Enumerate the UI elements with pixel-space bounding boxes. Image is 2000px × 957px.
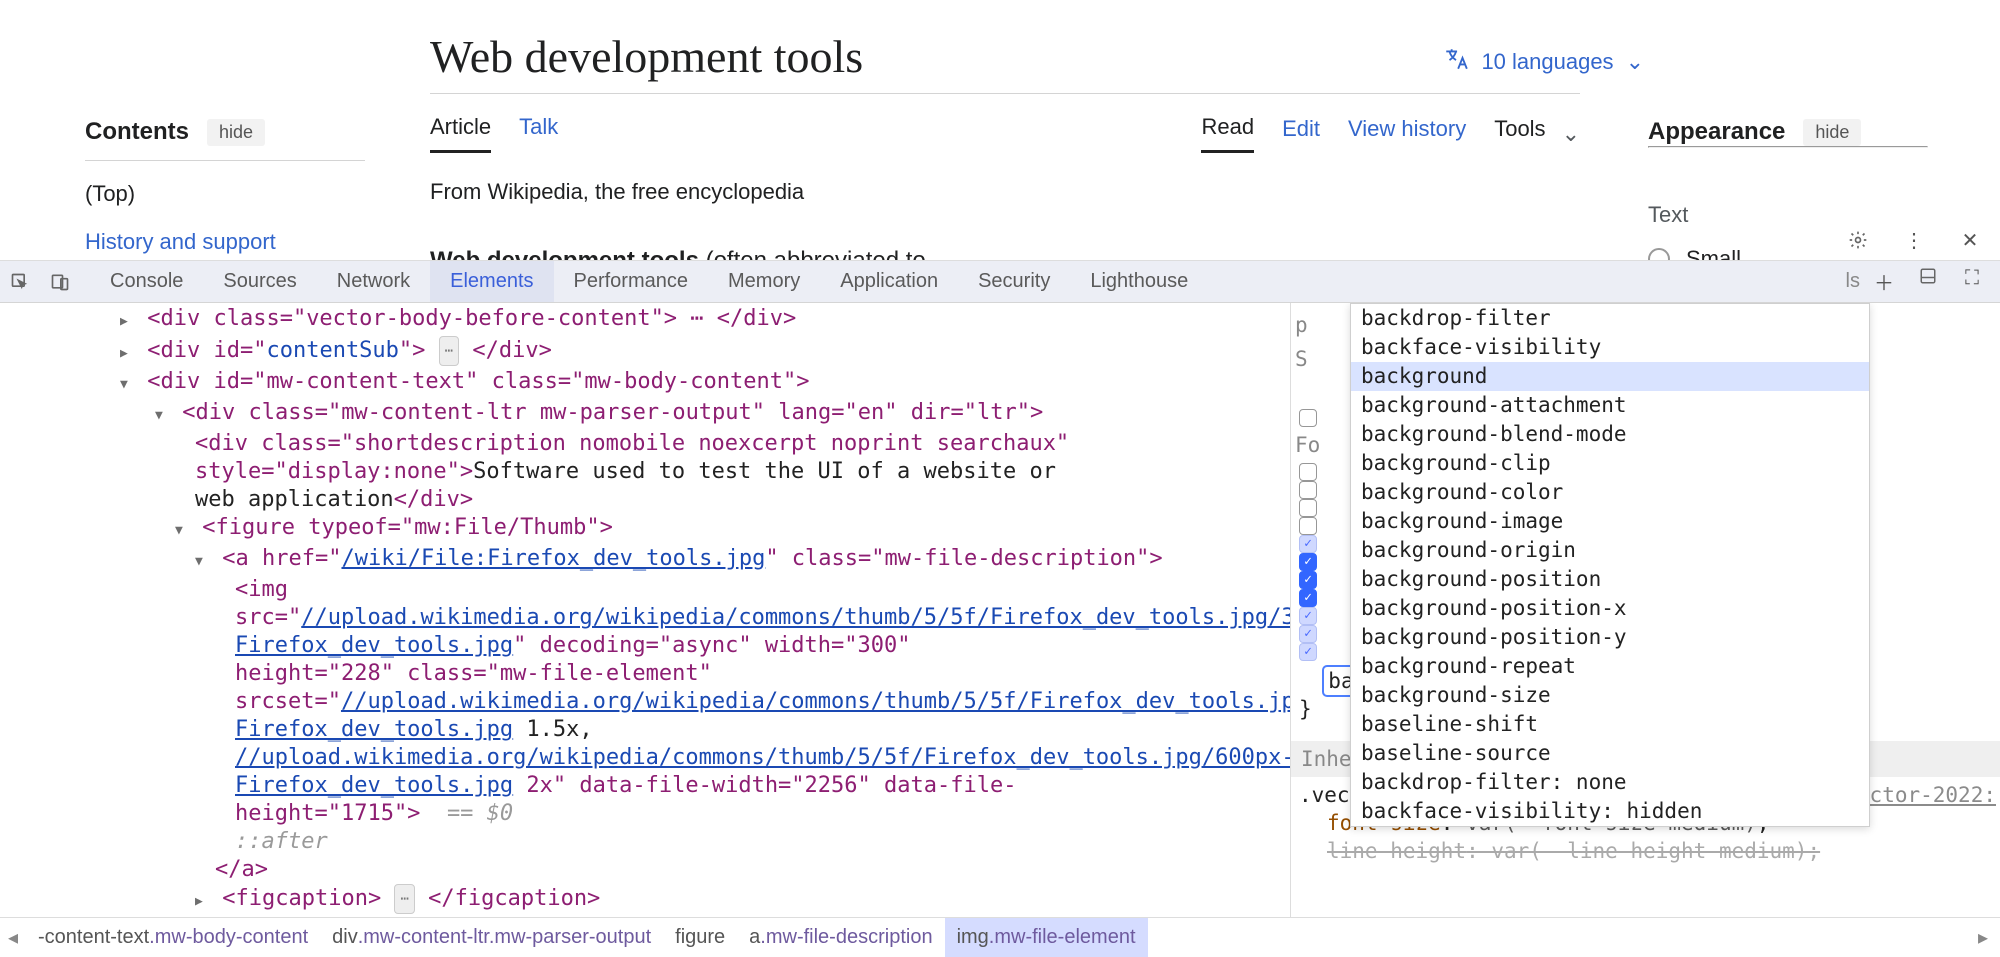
autocomplete-item[interactable]: background-position-x bbox=[1351, 594, 1869, 623]
tab-talk[interactable]: Talk bbox=[519, 114, 558, 153]
devtools-tab-security[interactable]: Security bbox=[958, 261, 1070, 302]
tab-read[interactable]: Read bbox=[1201, 114, 1254, 153]
hide-button[interactable]: hide bbox=[207, 119, 265, 146]
autocomplete-item[interactable]: background-position bbox=[1351, 565, 1869, 594]
autocomplete-item[interactable]: background-origin bbox=[1351, 536, 1869, 565]
divider bbox=[85, 160, 365, 161]
css-declaration-overridden[interactable]: line-height: var(--line-height-medium); bbox=[1299, 837, 1996, 865]
page-tabs: Article Talk Read Edit View history Tool… bbox=[430, 114, 1580, 153]
dock-icon[interactable] bbox=[1910, 267, 1946, 296]
toc-history-link[interactable]: History and support bbox=[85, 229, 365, 255]
devtools-tab-sources[interactable]: Sources bbox=[203, 261, 316, 302]
tab-article[interactable]: Article bbox=[430, 114, 491, 153]
autocomplete-item[interactable]: backdrop-filter: none bbox=[1351, 768, 1869, 797]
autocomplete-item[interactable]: background-color bbox=[1351, 478, 1869, 507]
inspect-icon[interactable] bbox=[0, 272, 40, 292]
plus-icon[interactable]: ＋ bbox=[1866, 267, 1902, 296]
autocomplete-item[interactable]: background-blend-mode bbox=[1351, 420, 1869, 449]
breadcrumb-item[interactable]: figure bbox=[663, 918, 737, 957]
devtools-tab-application[interactable]: Application bbox=[820, 261, 958, 302]
breadcrumb-item[interactable]: -content-text.mw-body-content bbox=[26, 918, 320, 957]
styles-panel[interactable]: p S Fo background: ; } Inherited from di… bbox=[1290, 303, 2000, 957]
dom-tree[interactable]: <div class="vector-body-before-content">… bbox=[0, 303, 1290, 957]
style-checkbox[interactable] bbox=[1299, 463, 1317, 481]
contents-heading: Contents bbox=[85, 118, 189, 146]
wikipedia-page: Contents hide (Top) History and support … bbox=[0, 0, 2000, 270]
autocomplete-item[interactable]: background-position-y bbox=[1351, 623, 1869, 652]
autocomplete-item[interactable]: background bbox=[1351, 362, 1869, 391]
hide-button[interactable]: hide bbox=[1803, 119, 1861, 146]
devtools-tab-performance[interactable]: Performance bbox=[554, 261, 709, 302]
expand-icon[interactable]: ⛶ bbox=[1954, 267, 1990, 296]
devtools-tab-lighthouse[interactable]: Lighthouse bbox=[1070, 261, 1208, 302]
contents-sidebar: Contents hide (Top) History and support bbox=[85, 118, 365, 255]
languages-label: 10 languages bbox=[1481, 49, 1613, 75]
style-checkbox[interactable] bbox=[1299, 409, 1317, 427]
chevron-down-icon[interactable]: ⌄ bbox=[1626, 49, 1644, 75]
toc-top[interactable]: (Top) bbox=[85, 181, 365, 207]
page-subtitle: From Wikipedia, the free encyclopedia bbox=[430, 179, 1580, 205]
gear-icon[interactable] bbox=[1838, 230, 1878, 250]
devtools-tab-console[interactable]: Console bbox=[90, 261, 203, 302]
dom-breadcrumb: ◂ -content-text.mw-body-contentdiv.mw-co… bbox=[0, 917, 2000, 957]
translate-icon bbox=[1443, 46, 1469, 78]
tab-tools[interactable]: Tools bbox=[1494, 116, 1545, 152]
divider bbox=[1648, 146, 1928, 148]
page-title: Web development tools bbox=[430, 30, 1580, 83]
autocomplete-item[interactable]: background-attachment bbox=[1351, 391, 1869, 420]
breadcrumb-prev-icon[interactable]: ◂ bbox=[0, 925, 26, 950]
css-autocomplete-popup[interactable]: backdrop-filterbackface-visibilitybackgr… bbox=[1350, 303, 1870, 827]
devtools-tab-memory[interactable]: Memory bbox=[708, 261, 820, 302]
autocomplete-item[interactable]: background-repeat bbox=[1351, 652, 1869, 681]
devtools-tab-network[interactable]: Network bbox=[317, 261, 430, 302]
autocomplete-item[interactable]: backface-visibility: hidden bbox=[1351, 797, 1869, 826]
devtools-tab-elements[interactable]: Elements bbox=[430, 261, 553, 302]
breadcrumb-item[interactable]: img.mw-file-element bbox=[945, 918, 1148, 957]
breadcrumb-item[interactable]: a.mw-file-description bbox=[737, 918, 944, 957]
autocomplete-item[interactable]: background-clip bbox=[1351, 449, 1869, 478]
styles-tail-label: ls bbox=[1846, 270, 1866, 293]
breadcrumb-next-icon[interactable]: ▸ bbox=[1966, 925, 2000, 950]
autocomplete-item[interactable]: baseline-shift bbox=[1351, 710, 1869, 739]
appearance-heading: Appearance bbox=[1648, 118, 1785, 146]
style-checkbox[interactable] bbox=[1299, 499, 1317, 517]
autocomplete-item[interactable]: backdrop-filter bbox=[1351, 304, 1869, 333]
close-icon[interactable]: ✕ bbox=[1950, 228, 1990, 253]
devtools-toolbar: ConsoleSourcesNetworkElementsPerformance… bbox=[0, 261, 2000, 303]
devtools-panel: ConsoleSourcesNetworkElementsPerformance… bbox=[0, 260, 2000, 957]
tab-edit[interactable]: Edit bbox=[1282, 116, 1320, 152]
chevron-down-icon[interactable]: ⌄ bbox=[1562, 121, 1580, 147]
article-area: Web development tools Article Talk Read … bbox=[430, 30, 1580, 275]
style-checkbox[interactable] bbox=[1299, 481, 1317, 499]
kebab-icon[interactable]: ⋮ bbox=[1894, 228, 1934, 253]
autocomplete-item[interactable]: backface-visibility bbox=[1351, 333, 1869, 362]
breadcrumb-item[interactable]: div.mw-content-ltr.mw-parser-output bbox=[320, 918, 663, 957]
divider bbox=[430, 93, 1580, 94]
device-toggle-icon[interactable] bbox=[40, 272, 80, 292]
autocomplete-item[interactable]: baseline-source bbox=[1351, 739, 1869, 768]
tab-view-history[interactable]: View history bbox=[1348, 116, 1466, 152]
autocomplete-item[interactable]: background-image bbox=[1351, 507, 1869, 536]
style-checkbox[interactable] bbox=[1299, 643, 1317, 661]
languages-link[interactable]: 10 languages ⌄ bbox=[1443, 46, 1644, 78]
autocomplete-item[interactable]: background-size bbox=[1351, 681, 1869, 710]
